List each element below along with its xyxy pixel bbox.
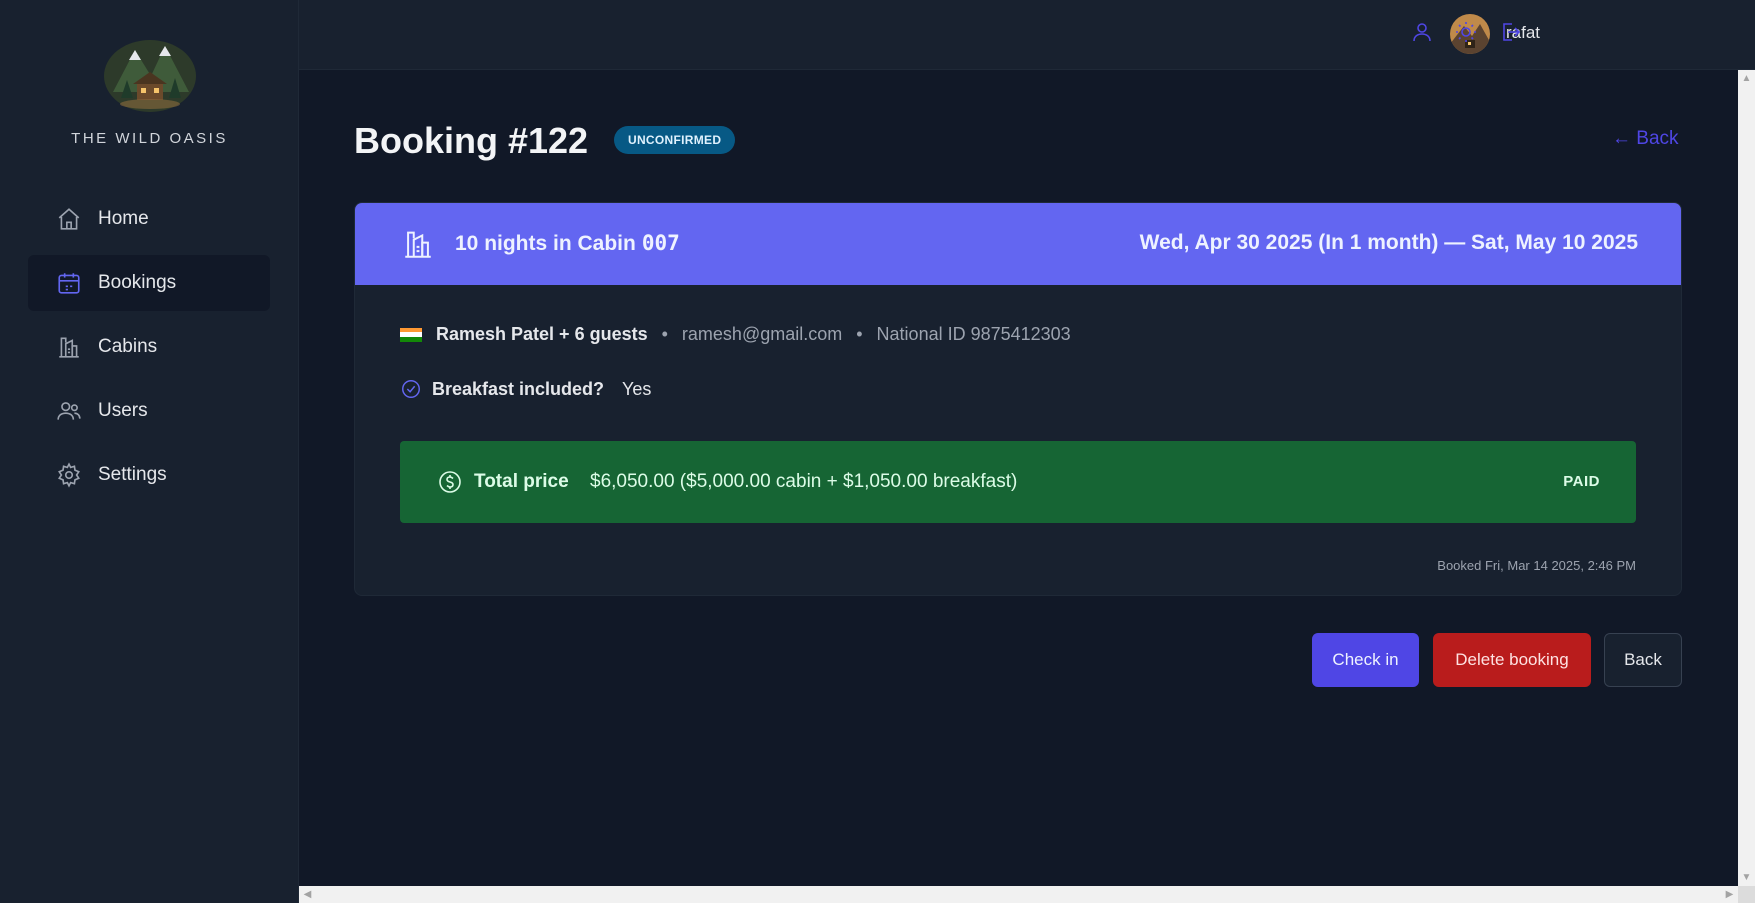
scrollbar-corner [1738,886,1755,903]
check-circle-icon [400,378,422,400]
sidebar-item-label: Bookings [98,272,177,293]
breakfast-info: Breakfast included? Yes [400,378,651,400]
nights-text: 10 nights in Cabin [455,232,636,255]
delete-booking-button[interactable]: Delete booking [1433,633,1591,687]
back-button[interactable]: Back [1604,633,1682,687]
users-icon [56,398,82,424]
national-id: National ID 9875412303 [876,324,1071,344]
user-icon [1410,20,1434,49]
sidebar-item-cabins[interactable]: Cabins [28,319,270,375]
booked-timestamp: Booked Fri, Mar 14 2025, 2:46 PM [1437,558,1636,573]
sidebar-item-settings[interactable]: Settings [28,447,270,503]
check-in-button[interactable]: Check in [1312,633,1419,687]
booking-card: 10 nights in Cabin 007 Wed, Apr 30 2025 (… [354,202,1682,596]
sidebar-item-users[interactable]: Users [28,383,270,439]
sidebar-item-label: Settings [98,464,167,485]
dollar-circle-icon [438,470,462,494]
gear-icon [56,462,82,488]
account-button[interactable] [1408,20,1436,48]
price-box: Total price $6,050.00 ($5,000.00 cabin +… [400,441,1636,523]
payment-status: PAID [1563,473,1600,490]
cabin-icon [56,334,82,360]
sidebar-nav: Home Bookings Cabins Users Settings [28,191,270,511]
sidebar: THE WILD OASIS Home Bookings Cabins User… [0,0,299,903]
home-icon [56,206,82,232]
guest-email: ramesh@gmail.com [681,324,843,344]
logo[interactable] [99,32,201,114]
vertical-scrollbar[interactable]: ▲ ▼ [1738,70,1755,886]
total-price-value: $6,050.00 ($5,000.00 cabin + $1,050.00 b… [590,471,1018,492]
india-flag-icon [400,327,422,342]
total-price-label: Total price [474,471,569,492]
booking-card-header: 10 nights in Cabin 007 Wed, Apr 30 2025 (… [355,203,1681,285]
scroll-down-icon[interactable]: ▼ [1738,869,1755,886]
calendar-icon [56,270,82,296]
date-range: Wed, Apr 30 2025 (In 1 month) — Sat, May… [1139,231,1638,254]
sidebar-item-label: Cabins [98,336,158,357]
breakfast-value: Yes [622,378,652,399]
back-link[interactable]: ← Back [1612,128,1679,150]
cabin-icon [400,227,436,261]
logout-icon [1498,20,1522,49]
brand-name: THE WILD OASIS [71,130,228,147]
main-content: Booking #122 UNCONFIRMED ← Back 10 night… [299,70,1738,886]
sidebar-item-label: Users [98,400,148,421]
separator: • [856,324,863,344]
guest-info: Ramesh Patel + 6 guests • ramesh@gmail.c… [400,324,1071,345]
breakfast-label: Breakfast included? [432,378,605,399]
separator: • [661,324,668,344]
scroll-up-icon[interactable]: ▲ [1738,70,1755,87]
scroll-left-icon[interactable]: ◀ [299,886,316,903]
sidebar-item-bookings[interactable]: Bookings [28,255,270,311]
status-badge: UNCONFIRMED [614,126,736,154]
horizontal-scrollbar[interactable]: ◀ ▶ [299,886,1738,903]
guest-name: Ramesh Patel + 6 guests [436,324,648,344]
top-header: rafat [299,0,1755,70]
scroll-right-icon[interactable]: ▶ [1721,886,1738,903]
sun-icon [1454,20,1478,49]
cabin-code: 007 [641,231,680,255]
nights-info: 10 nights in Cabin 007 [455,231,680,256]
page-title: Booking #122 [354,120,589,161]
sidebar-item-home[interactable]: Home [28,191,270,247]
theme-toggle-button[interactable] [1452,20,1480,48]
logout-button[interactable] [1496,20,1524,48]
sidebar-item-label: Home [98,208,149,229]
